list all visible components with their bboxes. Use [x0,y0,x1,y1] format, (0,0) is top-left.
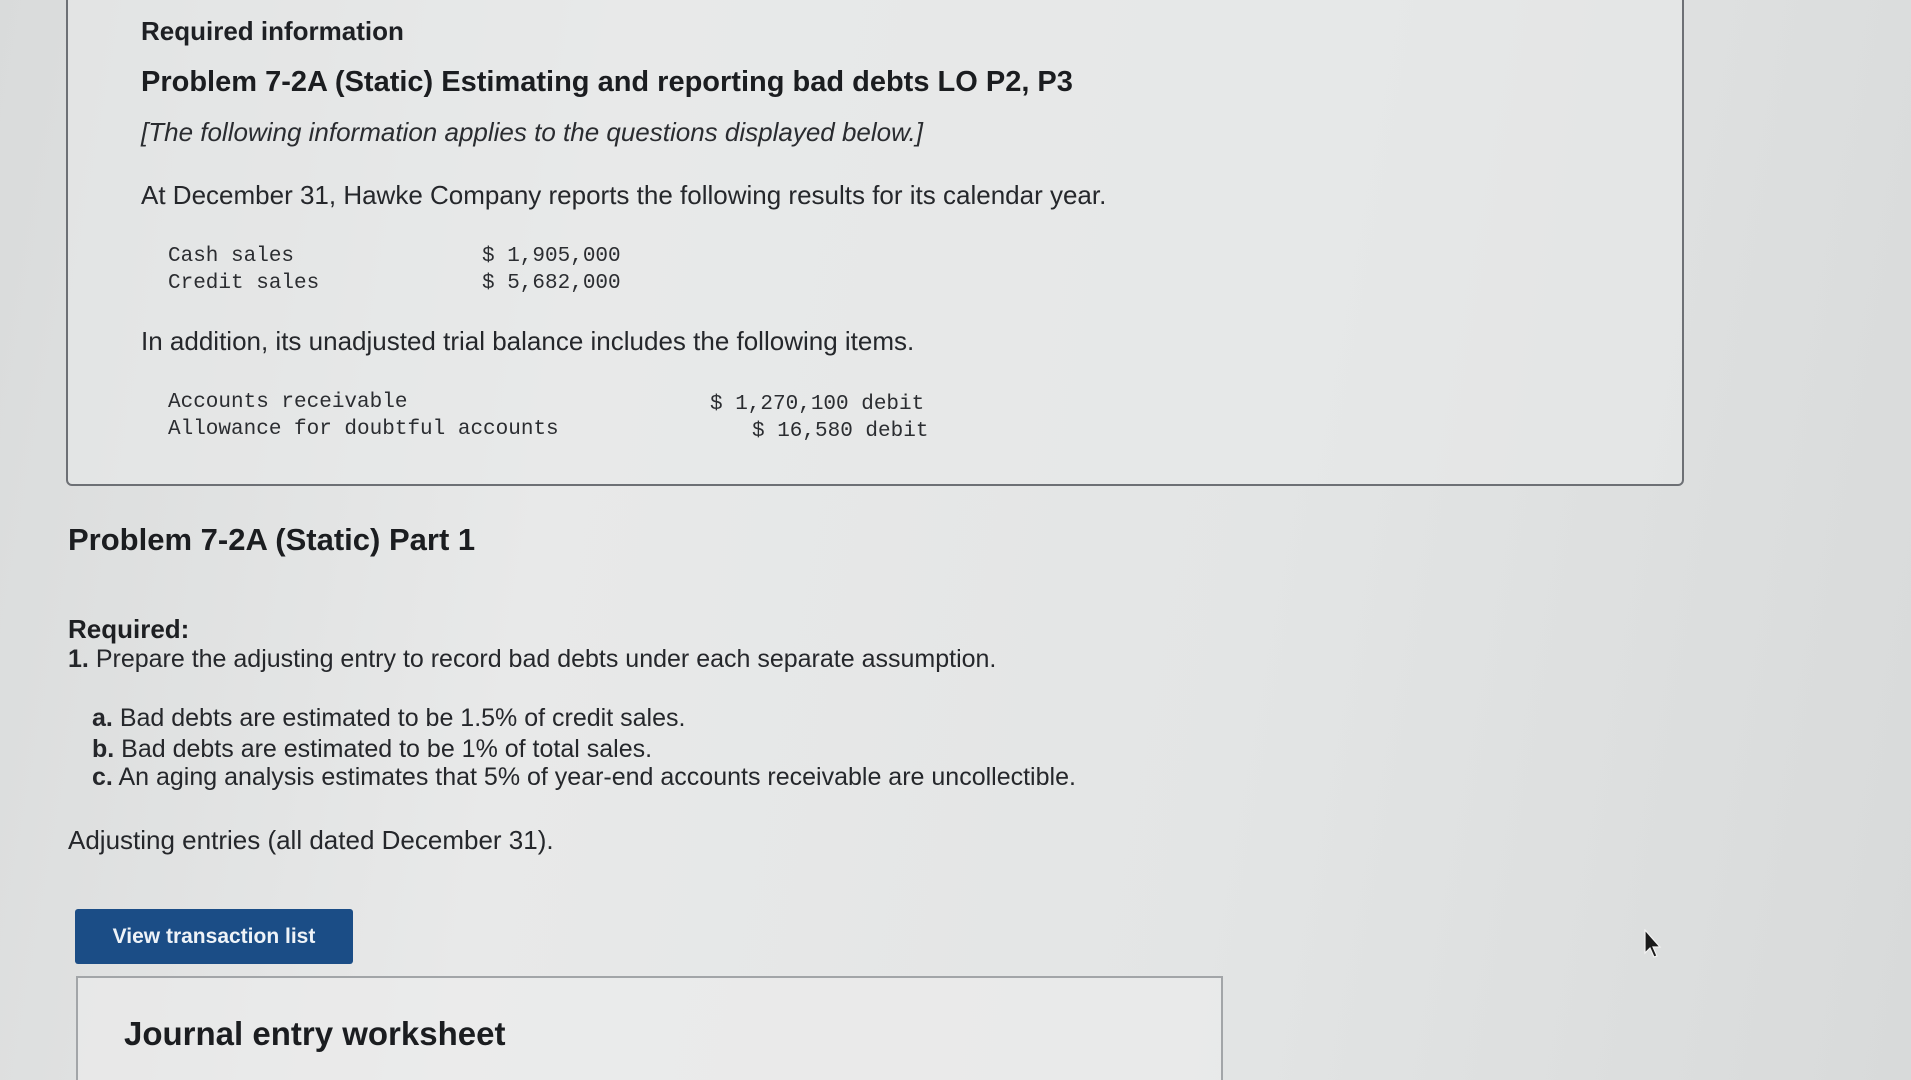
assumption-letter: a. [92,704,113,732]
entries-caption: Adjusting entries (all dated December 31… [68,825,554,855]
trial-value-allowance: $ 16,580 debit [752,420,929,443]
assumption-c: c. An aging analysis estimates that 5% o… [92,763,1076,792]
part-title: Problem 7-2A (Static) Part 1 [68,522,476,557]
trial-label-allowance: Allowance for doubtful accounts [168,418,559,441]
assumption-text: Bad debts are estimated to be 1% of tota… [121,735,653,763]
sales-value-cash: $ 1,905,000 [482,245,621,268]
assumption-text: Bad debts are estimated to be 1.5% of cr… [119,704,686,732]
assumption-a: a. Bad debts are estimated to be 1.5% of… [92,704,685,733]
sales-value-credit: $ 5,682,000 [482,272,621,295]
assumption-letter: b. [92,735,115,763]
assumption-letter: c. [92,763,113,791]
info-note: [The following information applies to th… [141,117,923,147]
required-label: Required: [68,614,190,644]
trial-balance-intro: In addition, its unadjusted trial balanc… [141,326,915,356]
trial-value-receivable: $ 1,270,100 debit [710,393,925,416]
page: Required information Problem 7-2A (Stati… [0,0,1911,1080]
problem-title: Problem 7-2A (Static) Estimating and rep… [141,66,1073,98]
worksheet-title: Journal entry worksheet [124,1015,506,1052]
view-transaction-list-button[interactable]: View transaction list [75,909,353,964]
requirement-number: 1. [68,645,89,673]
requirement-1: 1. Prepare the adjusting entry to record… [68,645,996,674]
sales-label-cash: Cash sales [168,245,295,268]
assumption-text: An aging analysis estimates that 5% of y… [118,763,1076,791]
assumption-b: b. Bad debts are estimated to be 1% of t… [92,735,652,764]
sales-label-credit: Credit sales [168,272,320,295]
required-information-heading: Required information [141,16,404,46]
mouse-pointer-icon [1644,929,1662,958]
trial-label-receivable: Accounts receivable [168,391,408,414]
intro-text: At December 31, Hawke Company reports th… [141,180,1107,210]
requirement-text: Prepare the adjusting entry to record ba… [95,645,997,673]
